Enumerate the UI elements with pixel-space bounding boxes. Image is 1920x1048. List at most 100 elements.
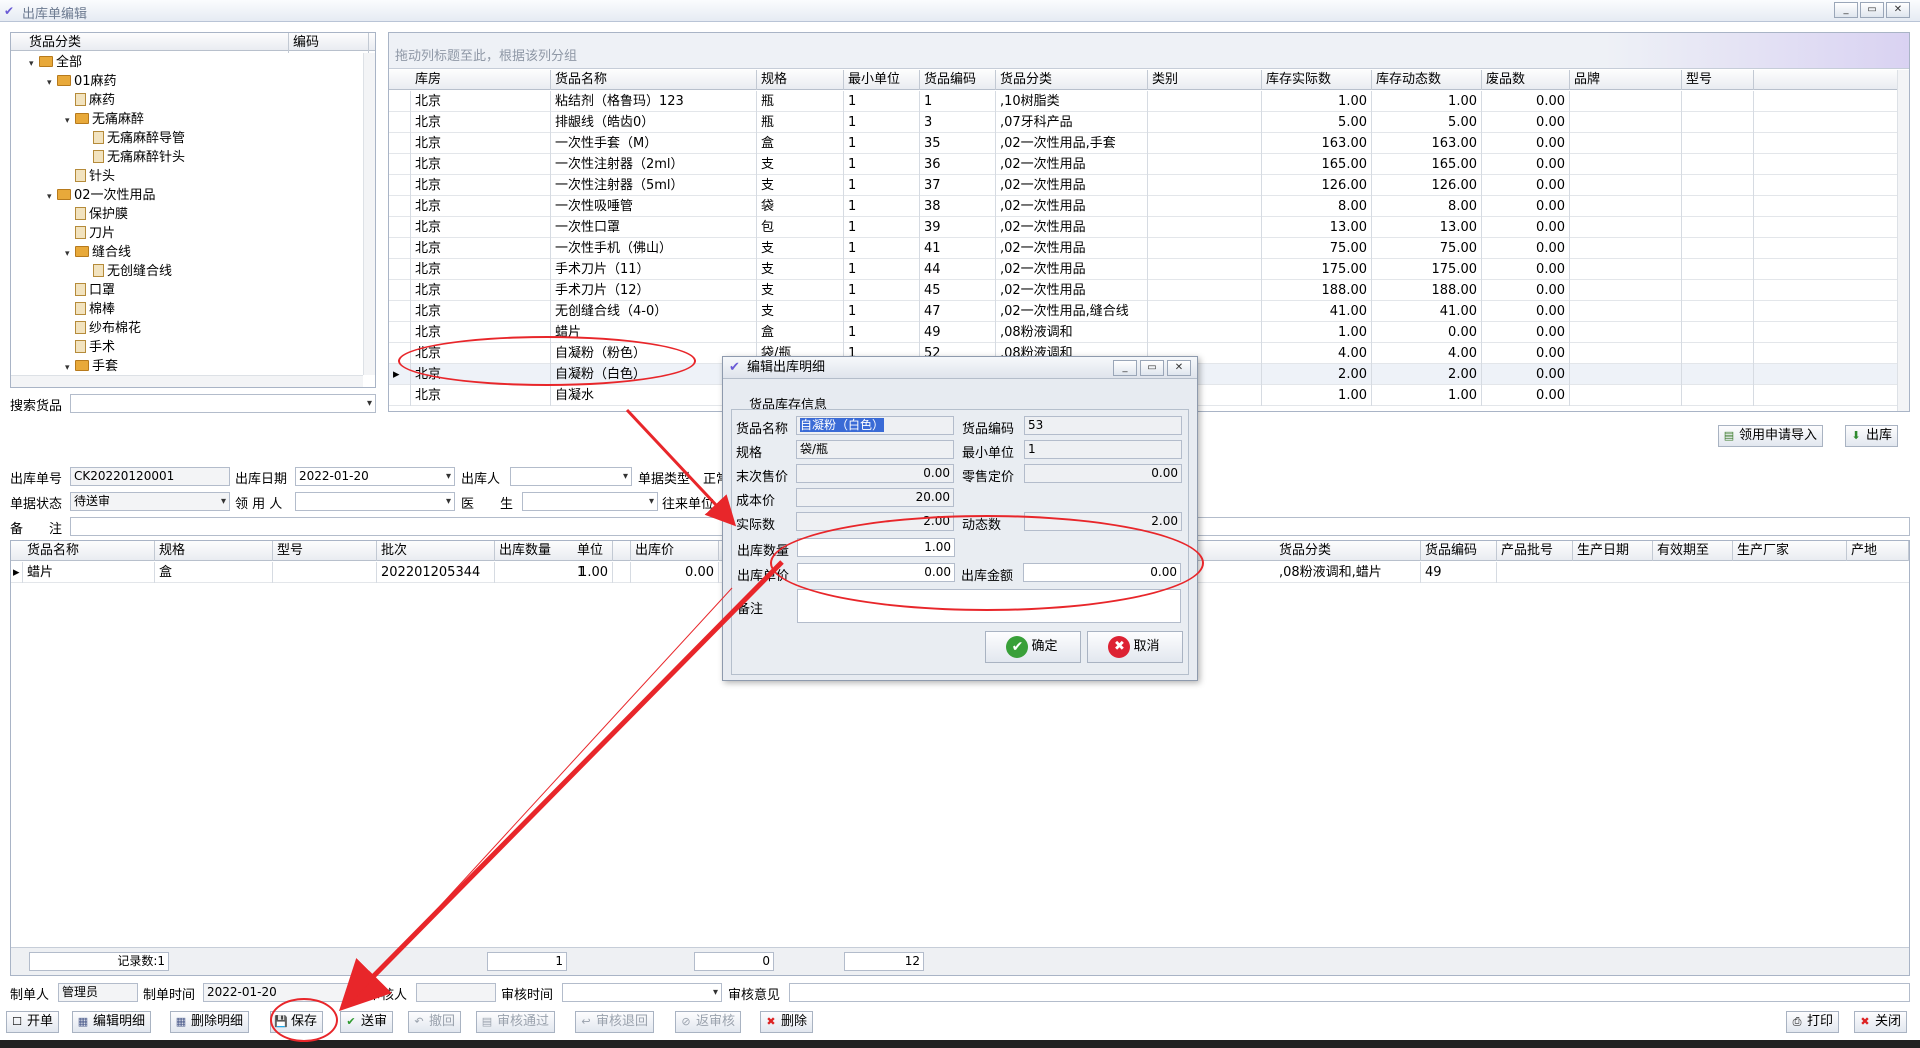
unapprove-button[interactable]: ⊘ 返审核 — [675, 1011, 742, 1033]
make-time-field[interactable]: 2022-01-20 — [203, 983, 363, 1002]
stock-header-cell[interactable]: 货品分类 — [996, 70, 1148, 90]
stock-header-cell[interactable]: 最小单位 — [844, 70, 920, 90]
doctor-field[interactable] — [522, 492, 658, 511]
close-window-button[interactable]: ✕ — [1886, 2, 1910, 18]
stock-row[interactable]: 北京 一次性手机（佛山）支 1 41,02一次性用品 75.00 75.00 0.00 — [389, 238, 1899, 259]
search-input[interactable] — [70, 394, 376, 413]
tree-header-category[interactable]: 货品分类 — [25, 33, 289, 53]
person-field[interactable] — [510, 467, 632, 486]
detail-header-cell[interactable]: 生产厂家 — [1733, 541, 1847, 561]
code-field[interactable]: 53 — [1024, 416, 1182, 435]
date-field[interactable]: 2022-01-20 — [295, 467, 455, 486]
user-field[interactable] — [295, 492, 455, 511]
tree-header-code[interactable]: 编码 — [289, 33, 369, 53]
stock-row[interactable]: 北京 无创缝合线（4-0）支 1 47,02一次性用品,缝合线 41.00 41.00 0.… — [389, 301, 1899, 322]
revoke-button[interactable]: ↶ 撤回 — [408, 1011, 462, 1033]
expand-arrow-icon[interactable]: ▾ — [65, 112, 75, 131]
dialog-ok-button[interactable]: ✔ 确定 — [985, 631, 1081, 663]
expand-arrow-icon[interactable]: ▾ — [65, 359, 75, 375]
expand-arrow-icon[interactable]: ▾ — [47, 74, 57, 93]
maker-field[interactable]: 管理员 — [58, 983, 138, 1002]
audit-time-field[interactable] — [562, 983, 722, 1002]
delete-button[interactable]: ✖ 删除 — [760, 1011, 814, 1033]
stock-header-cell[interactable]: 库存实际数 — [1262, 70, 1372, 90]
tree-item[interactable]: ▾ 02一次性用品 — [47, 186, 156, 205]
detail-header-cell[interactable]: 生产日期 — [1573, 541, 1653, 561]
expand-arrow-icon[interactable]: ▾ — [65, 245, 75, 264]
name-field[interactable]: 自凝粉（白色） — [796, 416, 954, 435]
tree-item[interactable]: ▾ 无痛麻醉 — [65, 110, 144, 129]
stock-header-cell[interactable]: 货品名称 — [551, 70, 757, 90]
opinion-field[interactable] — [789, 983, 1910, 1002]
tree-scrollbar[interactable] — [363, 53, 375, 375]
tree-item[interactable]: 棉棒 — [65, 300, 115, 319]
dialog-minimize-button[interactable]: _ — [1113, 360, 1137, 376]
stock-header-cell[interactable]: 类别 — [1148, 70, 1262, 90]
detail-header-cell[interactable]: 型号 — [273, 541, 377, 561]
stock-row[interactable]: 北京 排龈线（皓齿0）瓶 1 3,07牙科产品 5.00 5.00 0.00 — [389, 112, 1899, 133]
dialog-close-button[interactable]: ✕ — [1167, 360, 1191, 376]
stock-row[interactable]: 北京 一次性注射器（2ml）支 1 36,02一次性用品 165.00 165.00 0.0… — [389, 154, 1899, 175]
restore-button[interactable]: ▭ — [1860, 2, 1884, 18]
send-review-button[interactable]: ✔ 送审 — [340, 1011, 394, 1033]
tree-item[interactable]: 无痛麻醉针头 — [83, 148, 185, 167]
stock-header-cell[interactable]: 型号 — [1682, 70, 1754, 90]
detail-header-cell[interactable]: 货品名称 — [23, 541, 155, 561]
tree-item[interactable]: ▾ 01麻药 — [47, 72, 117, 91]
detail-header-cell[interactable]: 单位 — [573, 541, 631, 561]
detail-header-cell[interactable]: 产品批号 — [1497, 541, 1573, 561]
detail-header-cell[interactable]: 规格 — [155, 541, 273, 561]
order-no-field[interactable]: CK20220120001 — [70, 467, 230, 486]
print-button[interactable]: ⎙ 打印 — [1786, 1011, 1840, 1033]
minimize-button[interactable]: _ — [1834, 2, 1858, 18]
import-requisition-button[interactable]: ▤ 领用申请导入 — [1718, 425, 1824, 447]
stock-header-cell[interactable]: 库存动态数 — [1372, 70, 1482, 90]
stock-row[interactable]: 北京 手术刀片（11）支 1 44,02一次性用品 175.00 175.00 0.00 — [389, 259, 1899, 280]
detail-header-cell[interactable]: 产地 — [1847, 541, 1909, 561]
auditor-field[interactable] — [416, 983, 496, 1002]
tree-item[interactable]: 无创缝合线 — [83, 262, 172, 281]
stock-header-cell[interactable]: 废品数 — [1482, 70, 1570, 90]
close-button[interactable]: ✖ 关闭 — [1854, 1011, 1908, 1033]
tree-item[interactable]: ▾ 缝合线 — [65, 243, 131, 262]
tree-item[interactable]: 针头 — [65, 167, 115, 186]
last-price-field[interactable]: 0.00 — [796, 464, 954, 483]
tree-item[interactable]: 无痛麻醉导管 — [83, 129, 185, 148]
status-field[interactable]: 待送审 — [70, 492, 230, 511]
detail-header-cell[interactable]: 货品分类 — [1275, 541, 1421, 561]
stock-row[interactable]: 北京 粘结剂（格鲁玛）123 瓶 1 1,10树脂类 1.00 1.00 0.00 — [389, 91, 1899, 112]
tree-item[interactable]: 口罩 — [65, 281, 115, 300]
delete-detail-button[interactable]: ▦ 删除明细 — [170, 1011, 250, 1033]
detail-header-cell[interactable]: 有效期至 — [1653, 541, 1733, 561]
stock-header-cell[interactable]: 库房 — [411, 70, 551, 90]
stock-row[interactable]: 北京 一次性口罩包 1 39,02一次性用品 13.00 13.00 0.00 — [389, 217, 1899, 238]
detail-header-cell[interactable]: 货品编码 — [1421, 541, 1497, 561]
new-order-button[interactable]: ☐ 开单 — [6, 1011, 60, 1033]
stock-scrollbar[interactable] — [1897, 70, 1909, 411]
tree-hscroll[interactable] — [11, 375, 363, 387]
dialog-cancel-button[interactable]: ✖ 取消 — [1087, 631, 1183, 663]
stock-row[interactable]: 北京 一次性注射器（5ml）支 1 37,02一次性用品 126.00 126.00 0.0… — [389, 175, 1899, 196]
dialog-maximize-button[interactable]: ▭ — [1140, 360, 1164, 376]
min-unit-field[interactable]: 1 — [1024, 440, 1182, 459]
tree-item[interactable]: 纱布棉花 — [65, 319, 141, 338]
reject-button[interactable]: ↩ 审核退回 — [575, 1011, 655, 1033]
stock-row[interactable]: 北京 手术刀片（12）支 1 45,02一次性用品 188.00 188.00 0.00 — [389, 280, 1899, 301]
cost-field[interactable]: 20.00 — [796, 488, 954, 507]
expand-arrow-icon[interactable]: ▾ — [29, 55, 39, 74]
stock-header-cell[interactable]: 货品编码 — [920, 70, 996, 90]
stock-header-cell[interactable]: 规格 — [757, 70, 844, 90]
retail-field[interactable]: 0.00 — [1024, 464, 1182, 483]
tree-item[interactable]: ▾ 全部 — [29, 53, 82, 72]
approve-button[interactable]: ▤ 审核通过 — [476, 1011, 556, 1033]
tree-item[interactable]: 刀片 — [65, 224, 115, 243]
detail-header-cell[interactable]: 批次 — [377, 541, 495, 561]
spec-field[interactable]: 袋/瓶 — [796, 440, 954, 459]
tree-item[interactable]: ▾ 手套 — [65, 357, 118, 375]
expand-arrow-icon[interactable]: ▾ — [47, 188, 57, 207]
tree-item[interactable]: 保护膜 — [65, 205, 128, 224]
stock-row[interactable]: 北京 一次性手套（M）盒 1 35,02一次性用品,手套 163.00 163.00 0.0… — [389, 133, 1899, 154]
tree-item[interactable]: 手术 — [65, 338, 115, 357]
stock-header-cell[interactable]: 品牌 — [1570, 70, 1682, 90]
detail-header-cell[interactable]: 出库价 — [631, 541, 719, 561]
